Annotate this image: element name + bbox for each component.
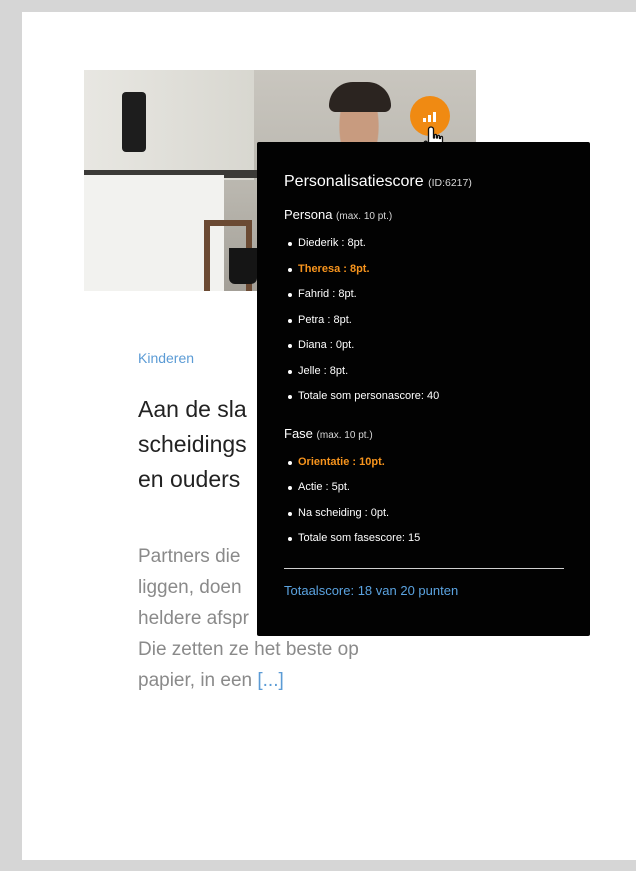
persona-max-note: (max. 10 pt.) [336,211,393,222]
persona-list: Diederik : 8pt. Theresa : 8pt. Fahrid : … [284,231,564,410]
persona-item: Jelle : 8pt. [284,359,564,385]
photo-window [84,70,254,180]
fase-item: Actie : 5pt. [284,475,564,501]
persona-item: Fahrid : 8pt. [284,282,564,308]
article-title-line: en ouders [138,466,241,492]
photo-cup [229,248,257,284]
article-title-line: scheidings [138,431,247,457]
fase-item: Na scheiding : 0pt. [284,501,564,527]
excerpt-line: Die zetten ze het beste op [138,639,359,660]
fase-title: Fase [284,425,313,441]
fase-list: Orientatie : 10pt. Actie : 5pt. Na schei… [284,450,564,552]
persona-item: Diederik : 8pt. [284,231,564,257]
article-title-line: Aan de sla [138,396,247,422]
persona-item: Petra : 8pt. [284,308,564,334]
fase-section-title: Fase (max. 10 pt.) [284,426,564,444]
photo-kettle [122,92,146,152]
persona-item: Diana : 0pt. [284,333,564,359]
article-category[interactable]: Kinderen [138,350,194,366]
persona-total: Totale som personascore: 40 [284,384,564,410]
fase-max-note: (max. 10 pt.) [316,429,373,441]
persona-section-title: Persona (max. 10 pt.) [284,207,564,225]
tooltip-id: (ID:6217) [428,177,472,189]
tooltip-divider [284,567,564,569]
personalization-tooltip: Personalisatiescore (ID:6217) Persona (m… [257,142,590,636]
photo-hair [329,82,391,112]
fase-total: Totale som fasescore: 15 [284,526,564,552]
fase-item: Orientatie : 10pt. [284,450,564,476]
tooltip-title: Personalisatiescore [284,173,424,190]
tooltip-title-row: Personalisatiescore (ID:6217) [284,172,564,193]
bar-chart-icon [423,111,437,122]
read-more-link[interactable]: [...] [257,670,283,691]
excerpt-line-last: papier, in een [...] [138,665,438,696]
persona-item: Theresa : 8pt. [284,257,564,283]
persona-title: Persona [284,207,333,222]
excerpt-line: papier, in een [138,670,253,691]
total-score: Totaalscore: 18 van 20 punten [284,582,459,598]
photo-cabinet [84,175,224,291]
